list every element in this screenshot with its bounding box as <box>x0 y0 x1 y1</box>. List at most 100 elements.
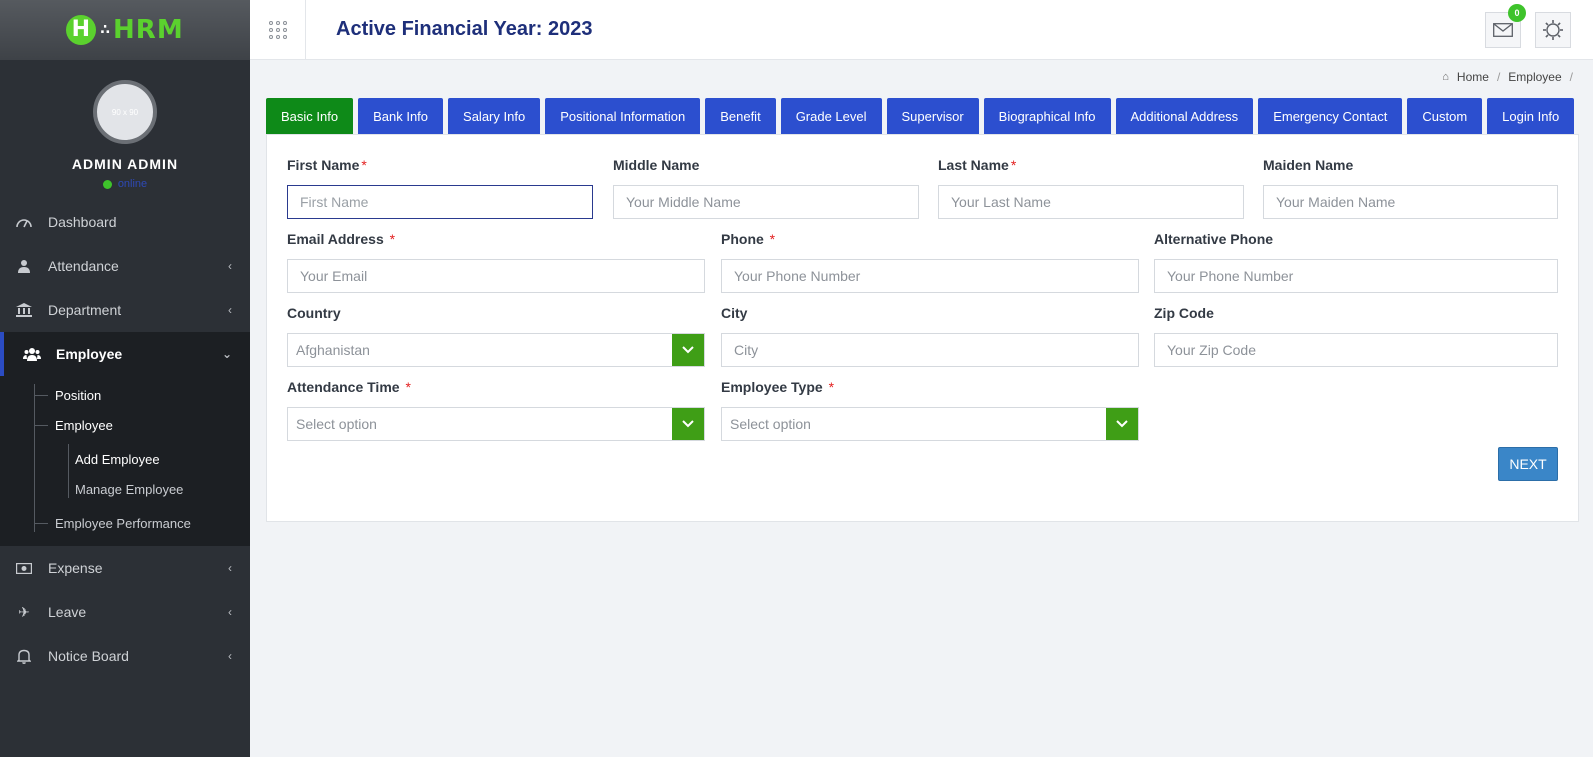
submenu-item-employee-performance[interactable]: Employee Performance <box>0 508 250 538</box>
first-name-input[interactable]: First Name <box>287 185 593 219</box>
zip-label: Zip Code <box>1154 305 1214 321</box>
email-field[interactable]: Your Email <box>287 259 705 293</box>
avatar: 90 x 90 <box>93 80 157 144</box>
chevron-down-icon[interactable] <box>1106 408 1138 440</box>
chevron-left-icon: ‹ <box>228 561 232 575</box>
user-icon <box>14 258 34 274</box>
user-name: ADMIN ADMIN <box>71 156 179 172</box>
email-group: Email Address * Your Email <box>287 231 705 293</box>
attendance-time-select-value: Select option <box>296 416 377 432</box>
country-select-value: Afghanistan <box>296 342 370 358</box>
tab-bank-info[interactable]: Bank Info <box>358 98 444 134</box>
sidebar-item-leave[interactable]: ✈ Leave ‹ <box>0 590 250 634</box>
required-mark: * <box>769 231 776 247</box>
sidebar-item-dashboard[interactable]: Dashboard <box>0 200 250 244</box>
users-icon <box>22 346 42 362</box>
app-logo[interactable]: H ∴ HRM <box>66 15 183 45</box>
breadcrumb-home[interactable]: Home <box>1457 70 1489 84</box>
sidebar-nav: Dashboard Attendance ‹ Department ‹ Empl… <box>0 200 250 678</box>
country-label: Country <box>287 305 341 321</box>
logo-h: H <box>66 15 97 45</box>
sidebar-item-department[interactable]: Department ‹ <box>0 288 250 332</box>
city-label: City <box>721 305 748 321</box>
maiden-name-input[interactable]: Your Maiden Name <box>1263 185 1558 219</box>
page-title: Active Financial Year: 2023 <box>336 18 593 40</box>
employee-type-select-value: Select option <box>730 416 811 432</box>
employee-form-tabs: Basic Info Bank Info Salary Info Positio… <box>266 98 1575 134</box>
city-input[interactable]: City <box>721 333 1139 367</box>
sidebar-item-attendance[interactable]: Attendance ‹ <box>0 244 250 288</box>
tab-supervisor[interactable]: Supervisor <box>886 98 979 134</box>
sidebar-item-label: Attendance <box>48 258 119 274</box>
last-name-label: Last Name * <box>938 157 1017 173</box>
online-status-icon <box>102 179 112 189</box>
user-status-label: online <box>117 178 148 190</box>
employee-type-label: Employee Type * <box>721 379 835 395</box>
email-label: Email Address * <box>287 231 396 247</box>
tab-biographical-info[interactable]: Biographical Info <box>983 98 1111 134</box>
logo-bar: H ∴ HRM <box>0 0 250 60</box>
tab-basic-info[interactable]: Basic Info <box>266 98 354 134</box>
dashboard-icon <box>14 214 34 230</box>
required-mark: * <box>828 379 835 395</box>
tab-benefit[interactable]: Benefit <box>705 98 776 134</box>
maiden-name-group: Maiden Name Your Maiden Name <box>1263 157 1558 219</box>
attendance-time-select[interactable]: Select option <box>287 407 705 441</box>
breadcrumb-separator: / <box>1569 70 1573 84</box>
sidebar-item-label: Expense <box>48 560 103 576</box>
chevron-down-icon: ⌄ <box>221 347 232 361</box>
basic-info-form: First Name * First Name Middle Name Your … <box>266 134 1579 522</box>
grid-icon <box>268 20 287 39</box>
tab-emergency-contact[interactable]: Emergency Contact <box>1258 98 1403 134</box>
tab-salary-info[interactable]: Salary Info <box>448 98 541 134</box>
sidebar-item-label: Employee <box>56 346 123 362</box>
submenu-item-employee[interactable]: Employee <box>0 410 250 440</box>
header-actions: 0 <box>1485 4 1571 48</box>
attendance-time-label: Attendance Time * <box>287 379 411 395</box>
last-name-input[interactable]: Your Last Name <box>938 185 1244 219</box>
breadcrumb-separator: / <box>1496 70 1501 84</box>
submenu-item-manage-employee[interactable]: Manage Employee <box>0 474 250 504</box>
submenu-item-add-employee[interactable]: Add Employee <box>0 444 250 474</box>
alt-phone-group: Alternative Phone Your Phone Number <box>1154 231 1558 293</box>
submenu-item-position[interactable]: Position <box>0 380 250 410</box>
employee-type-select[interactable]: Select option <box>721 407 1139 441</box>
employee-type-group: Employee Type * Select option <box>721 379 1139 441</box>
user-status: online <box>0 178 250 190</box>
chevron-down-icon[interactable] <box>672 408 704 440</box>
sidebar-item-label: Dashboard <box>48 214 117 230</box>
next-button[interactable]: NEXT <box>1498 447 1558 481</box>
attendance-time-group: Attendance Time * Select option <box>287 379 705 441</box>
zip-group: Zip Code Your Zip Code <box>1154 305 1558 367</box>
money-icon <box>14 560 34 576</box>
tab-additional-address[interactable]: Additional Address <box>1115 98 1254 134</box>
notification-badge: 0 <box>1508 4 1526 22</box>
middle-name-group: Middle Name Your Middle Name <box>613 157 919 219</box>
phone-input[interactable]: Your Phone Number <box>721 259 1139 293</box>
required-mark: * <box>361 157 367 173</box>
chevron-down-icon[interactable] <box>672 334 704 366</box>
last-name-group: Last Name * Your Last Name <box>938 157 1244 219</box>
sidebar-item-employee[interactable]: Employee ⌄ <box>0 332 250 376</box>
breadcrumb-current: Employee <box>1508 70 1562 84</box>
required-mark: * <box>1010 157 1017 173</box>
top-header: Active Financial Year: 2023 0 <box>250 0 1593 60</box>
tab-grade-level[interactable]: Grade Level <box>780 98 882 134</box>
settings-button[interactable] <box>1535 12 1571 48</box>
tab-positional-information[interactable]: Positional Information <box>545 98 701 134</box>
tab-login-info[interactable]: Login Info <box>1487 98 1575 134</box>
sidebar-item-notice-board[interactable]: Notice Board ‹ <box>0 634 250 678</box>
alt-phone-input[interactable]: Your Phone Number <box>1154 259 1558 293</box>
middle-name-input[interactable]: Your Middle Name <box>613 185 919 219</box>
country-select[interactable]: Afghanistan <box>287 333 705 367</box>
apps-grid-button[interactable] <box>250 0 306 60</box>
sidebar-item-expense[interactable]: Expense ‹ <box>0 546 250 590</box>
envelope-icon <box>1493 23 1513 37</box>
city-group: City City <box>721 305 1139 367</box>
tab-custom[interactable]: Custom <box>1407 98 1483 134</box>
required-mark: * <box>389 231 396 247</box>
breadcrumb: ⌂ Home / Employee / <box>1442 70 1573 84</box>
avatar-placeholder: 90 x 90 <box>111 107 139 117</box>
zip-input[interactable]: Your Zip Code <box>1154 333 1558 367</box>
messages-button[interactable]: 0 <box>1485 4 1526 48</box>
